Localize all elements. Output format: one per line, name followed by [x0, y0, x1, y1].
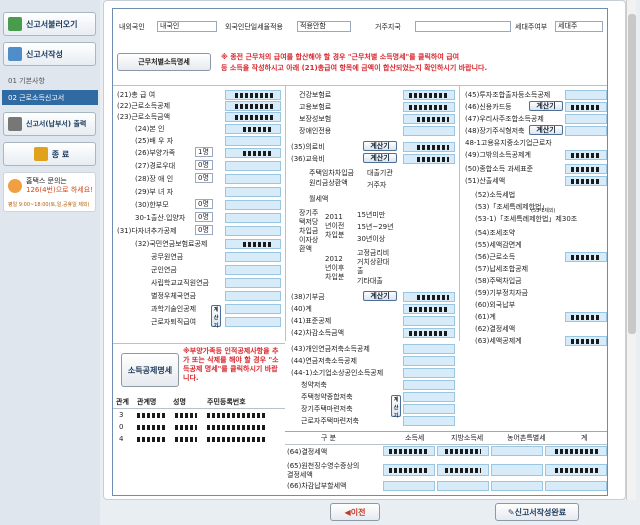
card-calc-button[interactable]: 계산기 — [529, 101, 563, 111]
step-basic[interactable]: 01 기본사항 — [8, 76, 45, 86]
family-table: 관계 관계명 성명 주민등록번호 3 0 4 — [113, 397, 285, 455]
return-form: 내외국인 내국인 외국인단일세율적용 적용안함 거주지국 세대주여부 세대주 근… — [112, 8, 608, 496]
scrollbar[interactable] — [626, 0, 636, 500]
write-return-button[interactable]: 신고서작성 — [3, 42, 96, 66]
pension-calc-button[interactable]: 계산기 — [211, 305, 221, 329]
scroll-thumb[interactable] — [628, 14, 636, 334]
prev-button[interactable]: ◀ 이전 — [330, 503, 380, 521]
print-button[interactable]: 신고서(납부서) 출력 — [3, 112, 96, 136]
step-income-return[interactable]: 02 근로소득신고서 — [2, 90, 98, 105]
document-icon — [8, 47, 22, 61]
deduction-detail-button[interactable]: 소득공제명세 — [121, 353, 179, 387]
exit-icon — [33, 147, 48, 161]
headset-icon — [8, 179, 22, 193]
region-select[interactable] — [415, 21, 511, 32]
printer-icon — [8, 117, 22, 131]
nation-select[interactable]: 내국인 — [157, 21, 217, 32]
household-head-select[interactable]: 세대주 — [555, 21, 603, 32]
bottom-bar: ◀ 이전 ✎ 신고서작성완료 — [103, 500, 626, 525]
exit-button[interactable]: 종 료 — [3, 142, 96, 166]
flat-rate-select[interactable]: 적용안함 — [297, 21, 351, 32]
sidebar: 신고서불러오기 신고서작성 01 기본사항 02 근로소득신고서 신고서(납부서… — [0, 0, 100, 525]
education-calc-button[interactable]: 계산기 — [363, 153, 397, 163]
medical-calc-button[interactable]: 계산기 — [363, 141, 397, 151]
complete-button[interactable]: ✎ 신고서작성완료 — [495, 503, 579, 521]
pencil-icon: ✎ — [507, 507, 515, 517]
donation-calc-button[interactable]: 계산기 — [363, 291, 397, 301]
company-income-button[interactable]: 근무처별소득명세 — [117, 53, 211, 71]
savings-calc-button[interactable]: 계산기 — [391, 395, 401, 419]
load-return-button[interactable]: 신고서불러오기 — [3, 12, 96, 36]
stock-calc-button[interactable]: 계산기 — [529, 125, 563, 135]
folder-icon — [8, 17, 22, 31]
help-box: 홈택스 문의는 126(4번)으로 하세요! 평일 9:00~18:00(토,일… — [3, 172, 96, 212]
tax-summary-table: 구 분 소득세 지방소득세 농어촌특별세 계 (64)결정세액 (65)원천징수… — [285, 431, 607, 495]
